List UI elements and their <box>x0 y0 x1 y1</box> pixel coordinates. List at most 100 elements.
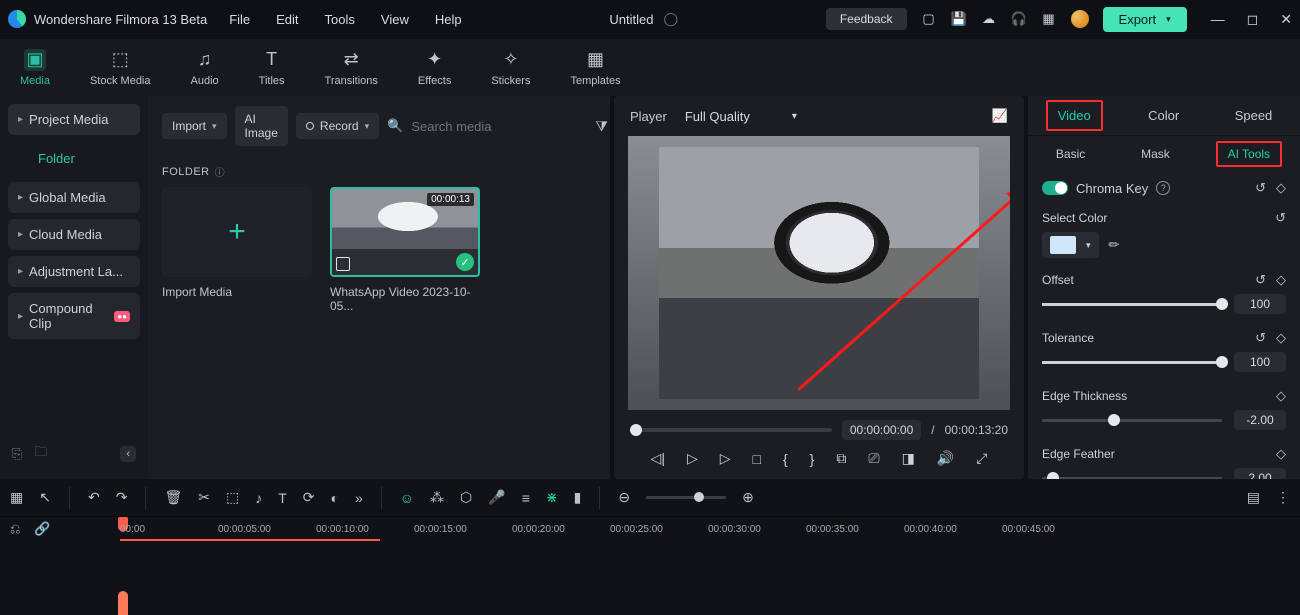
device-icon[interactable]: ▢ <box>921 11 937 27</box>
timeline-tracks[interactable] <box>0 541 1300 615</box>
redo-icon[interactable]: ↷ <box>116 489 128 506</box>
tab-stickers[interactable]: ✧ Stickers <box>491 49 530 87</box>
mark-in-button[interactable]: { <box>783 451 788 467</box>
mark-out-button[interactable]: } <box>810 451 815 467</box>
timeline-ruler[interactable]: ⎌ 🔗 00:00 00:00:05:00 00:00:10:00 00:00:… <box>0 517 1300 541</box>
menu-edit[interactable]: Edit <box>276 12 298 27</box>
play-button[interactable]: ▷ <box>720 450 731 467</box>
record-dropdown[interactable]: Record▾ <box>296 113 379 139</box>
text-icon[interactable]: T <box>278 490 287 506</box>
layout-icon[interactable]: ▦ <box>10 489 23 506</box>
keyframe-icon[interactable]: ◇ <box>1276 388 1286 404</box>
tolerance-value[interactable]: 100 <box>1234 352 1286 372</box>
eyedropper-icon[interactable]: ✎ <box>1104 235 1123 254</box>
window-minimize[interactable]: — <box>1211 11 1225 28</box>
keyframe-icon[interactable]: ◇ <box>1276 446 1286 462</box>
tab-transitions[interactable]: ⇄ Transitions <box>325 49 378 87</box>
play-backward-button[interactable]: ▷ <box>687 450 698 467</box>
display-mode-button[interactable]: ⎚ <box>868 450 879 467</box>
snapshot-icon[interactable]: 📈 <box>992 108 1008 124</box>
color-icon[interactable]: ◐ <box>330 490 338 506</box>
sidebar-item-compound-clip[interactable]: ▸Compound Clip●● <box>8 293 140 339</box>
support-icon[interactable]: 🎧 <box>1011 11 1027 27</box>
track-view-icon[interactable]: ▤ <box>1247 489 1260 506</box>
edge-thickness-slider[interactable] <box>1042 419 1222 422</box>
tab-audio[interactable]: ♫ Audio <box>191 49 219 87</box>
new-bin-icon[interactable]: ⎘ <box>12 446 22 462</box>
stop-button[interactable]: □ <box>753 451 761 467</box>
inspector-tab-speed[interactable]: Speed <box>1225 102 1283 129</box>
undo-icon[interactable]: ↶ <box>88 489 100 506</box>
apps-icon[interactable]: ▦ <box>1041 11 1057 27</box>
split-icon[interactable]: ✂ <box>198 489 210 506</box>
zoom-in-icon[interactable]: ⊕ <box>742 489 754 506</box>
collapse-sidebar-button[interactable]: ‹ <box>120 446 136 462</box>
mixer-icon[interactable]: ≡ <box>522 490 530 506</box>
edge-feather-slider[interactable] <box>1042 477 1222 480</box>
sidebar-item-global-media[interactable]: ▸Global Media <box>8 182 140 213</box>
edge-thickness-value[interactable]: -2.00 <box>1234 410 1286 430</box>
subtab-mask[interactable]: Mask <box>1131 143 1180 165</box>
search-media[interactable]: 🔍 <box>387 118 587 134</box>
export-button[interactable]: Export▾ <box>1103 7 1187 32</box>
zoom-slider[interactable] <box>646 496 726 499</box>
window-maximize[interactable]: ◻ <box>1247 11 1259 28</box>
color-swatch-dropdown[interactable]: ▾ <box>1042 232 1099 258</box>
gear-icon[interactable]: ⁂ <box>430 489 444 506</box>
prev-frame-button[interactable]: ◁| <box>651 450 665 467</box>
sidebar-item-folder[interactable]: Folder <box>8 141 140 176</box>
cut-mode-icon[interactable]: ⎌ <box>10 521 20 537</box>
edge-feather-value[interactable]: 2.00 <box>1234 468 1286 479</box>
help-icon[interactable]: ? <box>1156 181 1170 195</box>
timeline-settings-icon[interactable]: ⋮ <box>1276 489 1290 506</box>
player-viewport[interactable] <box>628 136 1010 410</box>
avatar[interactable] <box>1071 10 1089 28</box>
reset-icon[interactable]: ↺ <box>1255 330 1266 346</box>
feedback-button[interactable]: Feedback <box>826 8 907 30</box>
seek-knob[interactable] <box>630 424 642 436</box>
sidebar-item-cloud-media[interactable]: ▸Cloud Media <box>8 219 140 250</box>
volume-button[interactable]: 🔊 <box>937 450 954 467</box>
inspector-tab-color[interactable]: Color <box>1138 102 1189 129</box>
speed-icon[interactable]: ⟳ <box>303 489 315 506</box>
save-icon[interactable]: 💾 <box>951 11 967 27</box>
menu-file[interactable]: File <box>229 12 250 27</box>
marker-icon[interactable]: ▮ <box>574 489 582 506</box>
filter-icon[interactable]: ⧩ <box>595 118 608 135</box>
zoom-out-icon[interactable]: ⊖ <box>618 489 630 506</box>
fullscreen-button[interactable]: ⤢ <box>976 450 987 467</box>
offset-value[interactable]: 100 <box>1234 294 1286 314</box>
media-clip[interactable]: 00:00:13 ✓ WhatsApp Video 2023-10-05... <box>330 187 480 313</box>
magnet-icon[interactable]: ⋇ <box>546 489 558 506</box>
tab-titles[interactable]: T Titles <box>259 49 285 87</box>
delete-icon[interactable]: 🗑 <box>164 489 182 506</box>
keyframe-icon[interactable]: ◇ <box>1276 180 1286 196</box>
offset-slider[interactable] <box>1042 303 1222 306</box>
menu-view[interactable]: View <box>381 12 409 27</box>
reset-icon[interactable]: ↺ <box>1255 180 1266 196</box>
sidebar-item-project-media[interactable]: ▸Project Media <box>8 104 140 135</box>
window-close[interactable]: ✕ <box>1280 11 1292 28</box>
search-input[interactable] <box>411 119 587 134</box>
chroma-key-toggle[interactable] <box>1042 181 1068 195</box>
reset-icon[interactable]: ↺ <box>1255 272 1266 288</box>
music-icon[interactable]: ♪ <box>255 490 262 506</box>
keyframe-icon[interactable]: ◇ <box>1276 330 1286 346</box>
capture-button[interactable]: ◨ <box>902 450 915 467</box>
menu-tools[interactable]: Tools <box>325 12 355 27</box>
clip-marker[interactable] <box>118 591 128 615</box>
sidebar-item-adjustment-layer[interactable]: ▸Adjustment La... <box>8 256 140 287</box>
menu-help[interactable]: Help <box>435 12 462 27</box>
link-icon[interactable]: 🔗 <box>34 521 50 537</box>
import-dropdown[interactable]: Import▾ <box>162 113 227 139</box>
reset-icon[interactable]: ↺ <box>1275 210 1286 226</box>
mic-icon[interactable]: 🎤 <box>488 489 505 506</box>
screenshot-button[interactable]: ⧉ <box>836 450 846 467</box>
more-tools-icon[interactable]: » <box>355 490 363 506</box>
subtab-ai-tools[interactable]: AI Tools <box>1216 141 1282 167</box>
keyframe-icon[interactable]: ◇ <box>1276 272 1286 288</box>
tolerance-slider[interactable] <box>1042 361 1222 364</box>
seek-bar[interactable] <box>630 428 832 432</box>
info-icon[interactable]: ⓘ <box>215 164 226 179</box>
new-folder-icon[interactable]: 🗀 <box>34 443 47 465</box>
